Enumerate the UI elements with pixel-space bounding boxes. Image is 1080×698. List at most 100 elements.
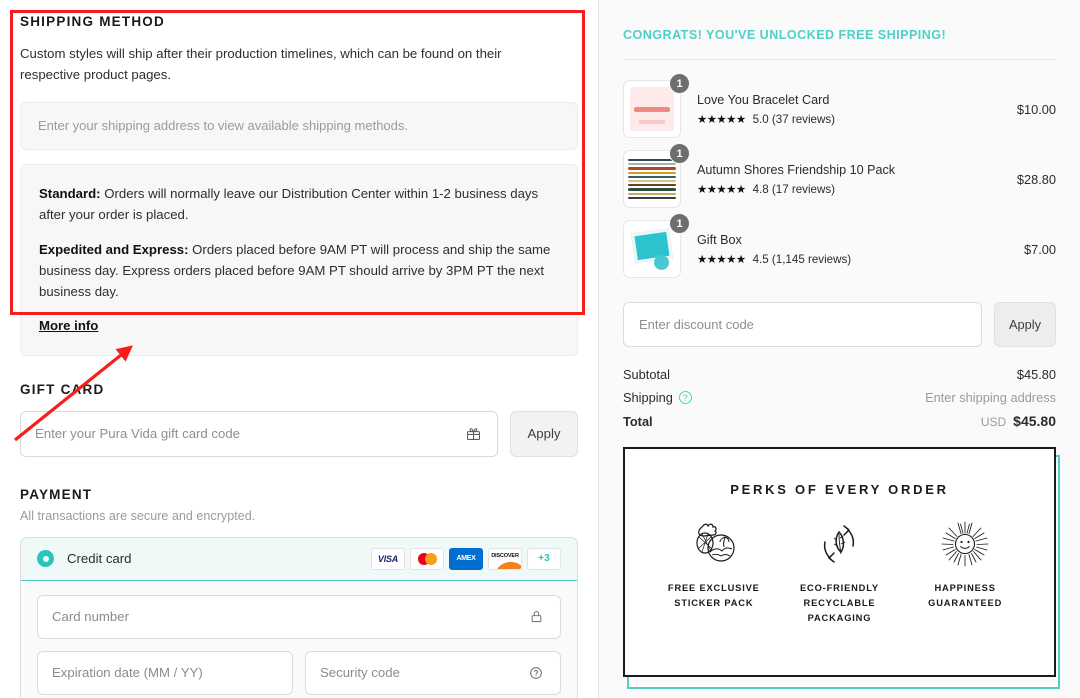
recycle-leaf-icon — [780, 513, 898, 575]
total-currency: USD — [981, 415, 1006, 429]
perk-item: FREE EXCLUSIVE STICKER PACK — [655, 513, 773, 626]
cart-item[interactable]: 1 Love You Bracelet Card ★★★★★ 5.0 (37 r… — [623, 74, 1056, 144]
gift-card-row: Enter your Pura Vida gift card code Appl… — [20, 411, 578, 457]
gift-card-input[interactable]: Enter your Pura Vida gift card code — [20, 411, 498, 457]
cart-item[interactable]: 1 Gift Box ★★★★★ 4.5 (1,145 reviews) $7.… — [623, 214, 1056, 284]
subtotal-label: Subtotal — [623, 367, 670, 382]
perk-label: ECO-FRIENDLY RECYCLABLE PACKAGING — [780, 581, 898, 626]
perks-grid: FREE EXCLUSIVE STICKER PACK — [625, 497, 1054, 626]
expiration-placeholder: Expiration date (MM / YY) — [52, 665, 278, 680]
shipping-method-description: Custom styles will ship after their prod… — [20, 43, 560, 86]
checkout-page: SHIPPING METHOD Custom styles will ship … — [0, 0, 1080, 698]
shipping-method-title: SHIPPING METHOD — [20, 14, 578, 29]
item-thumbnail-wrap: 1 — [623, 150, 681, 208]
gift-icon — [463, 424, 483, 444]
item-thumbnail-wrap: 1 — [623, 220, 681, 278]
payment-section: PAYMENT All transactions are secure and … — [20, 487, 578, 698]
more-info-link[interactable]: More info — [39, 318, 98, 333]
mastercard-icon — [410, 548, 444, 570]
rating-text: 4.8 (17 reviews) — [753, 183, 835, 196]
star-rating-icon: ★★★★★ — [697, 252, 746, 266]
quantity-badge: 1 — [669, 213, 690, 234]
checkout-form-column: SHIPPING METHOD Custom styles will ship … — [0, 0, 599, 698]
rating-text: 4.5 (1,145 reviews) — [753, 253, 852, 266]
item-rating: ★★★★★ 4.5 (1,145 reviews) — [697, 252, 1024, 266]
card-number-placeholder: Card number — [52, 609, 526, 624]
order-totals: Subtotal $45.80 Shipping ? Enter shippin… — [623, 367, 1056, 429]
perk-item: HAPPINESS GUARANTEED — [906, 513, 1024, 626]
shipping-label: Shipping — [623, 390, 673, 405]
total-value: $45.80 — [1013, 413, 1056, 429]
question-icon[interactable] — [526, 663, 546, 683]
item-name: Autumn Shores Friendship 10 Pack — [697, 162, 1017, 179]
total-row: Total USD $45.80 — [623, 413, 1056, 429]
item-rating: ★★★★★ 5.0 (37 reviews) — [697, 112, 1017, 126]
perks-content-frame: PERKS OF EVERY ORDER — [623, 447, 1056, 677]
item-price: $7.00 — [1024, 242, 1056, 257]
accepted-card-logos: VISA AMEX DISCOVER +3 — [371, 548, 561, 570]
shipping-info-box: Standard: Orders will normally leave our… — [20, 164, 578, 356]
item-price: $10.00 — [1017, 102, 1056, 117]
payment-methods-box: Credit card VISA AMEX DISCOVER +3 — [20, 537, 578, 698]
quantity-badge: 1 — [669, 73, 690, 94]
payment-title: PAYMENT — [20, 487, 578, 502]
star-rating-icon: ★★★★★ — [697, 112, 746, 126]
cart-item[interactable]: 1 Autumn Shores Friendship 10 Pack ★★★★★… — [623, 144, 1056, 214]
order-summary-column: CONGRATS! YOU'VE UNLOCKED FREE SHIPPING!… — [599, 0, 1080, 698]
discount-code-input[interactable]: Enter discount code — [623, 302, 982, 347]
item-details: Gift Box ★★★★★ 4.5 (1,145 reviews) — [681, 232, 1024, 266]
quantity-badge: 1 — [669, 143, 690, 164]
item-thumbnail-wrap: 1 — [623, 80, 681, 138]
gift-card-apply-button[interactable]: Apply — [510, 411, 578, 457]
item-name: Gift Box — [697, 232, 1024, 249]
total-label: Total — [623, 414, 653, 429]
shipping-methods-empty-state: Enter your shipping address to view avai… — [20, 102, 578, 150]
expedited-label: Expedited and Express: — [39, 242, 189, 257]
discount-placeholder: Enter discount code — [639, 317, 754, 332]
discover-icon: DISCOVER — [488, 548, 522, 570]
security-code-input[interactable]: Security code — [305, 651, 561, 695]
shipping-row: Shipping ? Enter shipping address — [623, 390, 1056, 405]
subtotal-value: $45.80 — [1017, 367, 1056, 382]
perk-label: FREE EXCLUSIVE STICKER PACK — [655, 581, 773, 611]
gift-card-section: GIFT CARD Enter your Pura Vida gift card… — [20, 382, 578, 457]
gift-card-title: GIFT CARD — [20, 382, 578, 397]
credit-card-fields: Card number Expiration date (MM / YY) — [21, 581, 577, 698]
summary-divider — [623, 59, 1056, 60]
more-cards-badge[interactable]: +3 — [527, 548, 561, 570]
total-value-group: USD $45.80 — [981, 413, 1056, 429]
item-details: Autumn Shores Friendship 10 Pack ★★★★★ 4… — [681, 162, 1017, 196]
credit-card-label: Credit card — [67, 551, 371, 566]
free-shipping-banner: CONGRATS! YOU'VE UNLOCKED FREE SHIPPING! — [623, 28, 1056, 42]
shipping-empty-text: Enter your shipping address to view avai… — [38, 118, 408, 133]
standard-text: Orders will normally leave our Distribut… — [39, 186, 538, 222]
shipping-method-section: SHIPPING METHOD Custom styles will ship … — [20, 0, 578, 356]
perk-item: ECO-FRIENDLY RECYCLABLE PACKAGING — [780, 513, 898, 626]
item-details: Love You Bracelet Card ★★★★★ 5.0 (37 rev… — [681, 92, 1017, 126]
shipping-value: Enter shipping address — [925, 390, 1056, 405]
payment-security-note: All transactions are secure and encrypte… — [20, 509, 578, 523]
amex-icon: AMEX — [449, 548, 483, 570]
gift-card-placeholder: Enter your Pura Vida gift card code — [35, 426, 463, 441]
card-number-input[interactable]: Card number — [37, 595, 561, 639]
shipping-label-group: Shipping ? — [623, 390, 692, 405]
standard-label: Standard: — [39, 186, 101, 201]
discount-apply-button[interactable]: Apply — [994, 302, 1056, 347]
discount-code-row: Enter discount code Apply — [623, 302, 1056, 347]
security-code-placeholder: Security code — [320, 665, 526, 680]
item-rating: ★★★★★ 4.8 (17 reviews) — [697, 182, 1017, 196]
question-icon[interactable]: ? — [679, 391, 692, 404]
expiration-date-input[interactable]: Expiration date (MM / YY) — [37, 651, 293, 695]
item-price: $28.80 — [1017, 172, 1056, 187]
credit-card-radio[interactable] — [37, 550, 54, 567]
perks-title: PERKS OF EVERY ORDER — [625, 449, 1054, 497]
card-expiry-cvc-row: Expiration date (MM / YY) Security code — [37, 651, 561, 698]
standard-shipping-info: Standard: Orders will normally leave our… — [39, 183, 559, 226]
cart-items-list: 1 Love You Bracelet Card ★★★★★ 5.0 (37 r… — [623, 74, 1056, 284]
smiling-sun-icon — [906, 513, 1024, 575]
pineapple-beach-sticker-icon — [655, 513, 773, 575]
subtotal-row: Subtotal $45.80 — [623, 367, 1056, 382]
credit-card-option[interactable]: Credit card VISA AMEX DISCOVER +3 — [20, 537, 578, 581]
item-name: Love You Bracelet Card — [697, 92, 1017, 109]
rating-text: 5.0 (37 reviews) — [753, 113, 835, 126]
